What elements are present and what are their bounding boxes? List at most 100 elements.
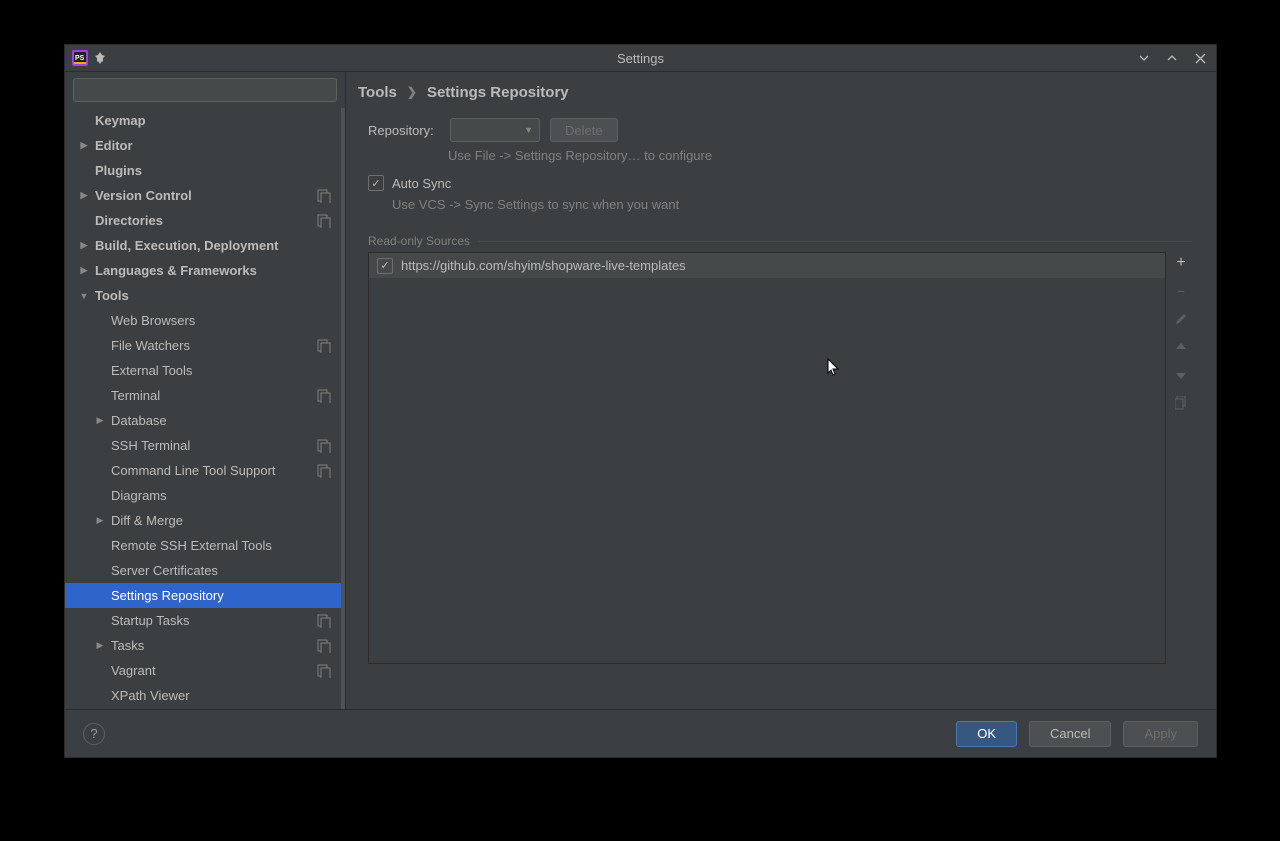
maximize-icon[interactable] [1164, 50, 1180, 66]
sidebar-item-label: Tools [95, 288, 331, 303]
source-checkbox[interactable]: ✓ [377, 258, 393, 274]
repository-hint: Use File -> Settings Repository… to conf… [368, 144, 1192, 171]
search-input[interactable] [73, 78, 337, 102]
sidebar-item-settings-repository[interactable]: ▶Settings Repository [65, 583, 341, 608]
sync-hint: Use VCS -> Sync Settings to sync when yo… [368, 195, 1192, 222]
sidebar-item-label: Version Control [95, 188, 313, 203]
sidebar-item-vagrant[interactable]: ▶Vagrant [65, 658, 341, 683]
sidebar-item-database[interactable]: ▶ Database [65, 408, 341, 433]
scope-icon [317, 639, 331, 653]
sidebar-item-external-tools[interactable]: ▶External Tools [65, 358, 341, 383]
scope-icon [317, 214, 331, 228]
sidebar-item-label: XPath Viewer [111, 688, 331, 703]
scope-icon [317, 189, 331, 203]
sidebar-item-tasks[interactable]: ▶ Tasks [65, 633, 341, 658]
source-url: https://github.com/shyim/shopware-live-t… [401, 258, 686, 273]
sidebar-item-label: Startup Tasks [111, 613, 313, 628]
sidebar-item-label: Build, Execution, Deployment [95, 238, 331, 253]
sidebar-item-label: Settings Repository [111, 588, 331, 603]
sidebar-item-label: Web Browsers [111, 313, 331, 328]
scope-icon [317, 614, 331, 628]
chevron-down-icon: ▼ [524, 125, 533, 135]
breadcrumb: Tools ❯ Settings Repository [358, 72, 1192, 112]
scope-icon [317, 439, 331, 453]
sidebar-item-label: Vagrant [111, 663, 313, 678]
scope-icon [317, 464, 331, 478]
sidebar-item-label: External Tools [111, 363, 331, 378]
remove-source-button[interactable]: − [1172, 282, 1190, 300]
add-source-button[interactable]: + [1172, 254, 1190, 272]
chevron-down-icon: ▼ [79, 291, 89, 301]
sidebar-item-label: Server Certificates [111, 563, 331, 578]
settings-main-panel: Tools ❯ Settings Repository Repository: … [346, 72, 1216, 709]
window-title: Settings [617, 51, 664, 66]
auto-sync-label: Auto Sync [392, 176, 451, 191]
scope-icon [317, 664, 331, 678]
sidebar-item-ssh-terminal[interactable]: ▶SSH Terminal [65, 433, 341, 458]
ok-button[interactable]: OK [956, 721, 1017, 747]
minimize-icon[interactable] [1136, 50, 1152, 66]
sidebar-item-label: Editor [95, 138, 331, 153]
sidebar-item-label: Tasks [111, 638, 313, 653]
repository-combo[interactable]: ▼ [450, 118, 540, 142]
cancel-button[interactable]: Cancel [1029, 721, 1111, 747]
chevron-right-icon: ▶ [79, 140, 89, 151]
close-icon[interactable] [1192, 50, 1208, 66]
scope-icon [317, 339, 331, 353]
readonly-sources-title: Read-only Sources [368, 234, 470, 248]
help-button[interactable]: ? [83, 723, 105, 745]
divider [478, 241, 1192, 242]
sidebar-item-label: Languages & Frameworks [95, 263, 331, 278]
sidebar-item-web-browsers[interactable]: ▶Web Browsers [65, 308, 341, 333]
sidebar-item-remote-ssh-external-tools[interactable]: ▶Remote SSH External Tools [65, 533, 341, 558]
chevron-right-icon: ▶ [79, 190, 89, 201]
delete-button[interactable]: Delete [550, 118, 618, 142]
sidebar-item-diff-merge[interactable]: ▶ Diff & Merge [65, 508, 341, 533]
sidebar-item-label: Diff & Merge [111, 513, 331, 528]
sidebar-item-label: Terminal [111, 388, 313, 403]
sidebar-item-label: Command Line Tool Support [111, 463, 313, 478]
sidebar-item-tools[interactable]: ▼ Tools [65, 283, 341, 308]
chevron-right-icon: ❯ [407, 85, 417, 99]
sidebar-item-label: Diagrams [111, 488, 331, 503]
settings-sidebar: ▶Keymap▶Editor▶Plugins▶Version Control▶D… [65, 72, 346, 709]
readonly-sources-list[interactable]: ✓ https://github.com/shyim/shopware-live-… [368, 252, 1166, 664]
sidebar-item-label: Plugins [95, 163, 331, 178]
scope-icon [317, 389, 331, 403]
move-up-button[interactable] [1172, 338, 1190, 356]
sidebar-item-file-watchers[interactable]: ▶File Watchers [65, 333, 341, 358]
sidebar-item-startup-tasks[interactable]: ▶Startup Tasks [65, 608, 341, 633]
sidebar-item-editor[interactable]: ▶ Editor [65, 133, 341, 158]
repository-label: Repository: [368, 123, 440, 138]
chevron-right-icon: ▶ [95, 415, 105, 426]
move-down-button[interactable] [1172, 366, 1190, 384]
sidebar-item-server-certificates[interactable]: ▶Server Certificates [65, 558, 341, 583]
sidebar-item-xpath-viewer[interactable]: ▶XPath Viewer [65, 683, 341, 708]
chevron-right-icon: ▶ [95, 515, 105, 526]
sidebar-item-build-execution-deployment[interactable]: ▶ Build, Execution, Deployment [65, 233, 341, 258]
sidebar-item-command-line-tool-support[interactable]: ▶Command Line Tool Support [65, 458, 341, 483]
sidebar-item-label: Remote SSH External Tools [111, 538, 331, 553]
settings-dialog: PS Settings ▶Keymap▶Editor▶Plugins▶Versi… [64, 44, 1217, 758]
breadcrumb-leaf: Settings Repository [427, 84, 569, 101]
sidebar-item-plugins[interactable]: ▶Plugins [65, 158, 341, 183]
dialog-footer: ? OK Cancel Apply [65, 709, 1216, 757]
source-row[interactable]: ✓ https://github.com/shyim/shopware-live-… [369, 253, 1165, 278]
sidebar-item-label: Database [111, 413, 331, 428]
sidebar-item-version-control[interactable]: ▶ Version Control [65, 183, 341, 208]
title-bar: PS Settings [65, 45, 1216, 72]
auto-sync-checkbox[interactable]: ✓ [368, 175, 384, 191]
settings-tree[interactable]: ▶Keymap▶Editor▶Plugins▶Version Control▶D… [65, 108, 345, 709]
sidebar-item-keymap[interactable]: ▶Keymap [65, 108, 341, 133]
pin-icon[interactable] [93, 51, 107, 65]
sidebar-item-terminal[interactable]: ▶Terminal [65, 383, 341, 408]
sidebar-item-languages-frameworks[interactable]: ▶Languages & Frameworks [65, 258, 341, 283]
edit-source-button[interactable] [1172, 310, 1190, 328]
chevron-right-icon: ▶ [95, 640, 105, 651]
breadcrumb-root[interactable]: Tools [358, 84, 397, 101]
sidebar-item-diagrams[interactable]: ▶Diagrams [65, 483, 341, 508]
apply-button[interactable]: Apply [1123, 721, 1198, 747]
sidebar-item-directories[interactable]: ▶Directories [65, 208, 341, 233]
chevron-right-icon: ▶ [79, 240, 89, 251]
copy-source-button[interactable] [1172, 394, 1190, 412]
